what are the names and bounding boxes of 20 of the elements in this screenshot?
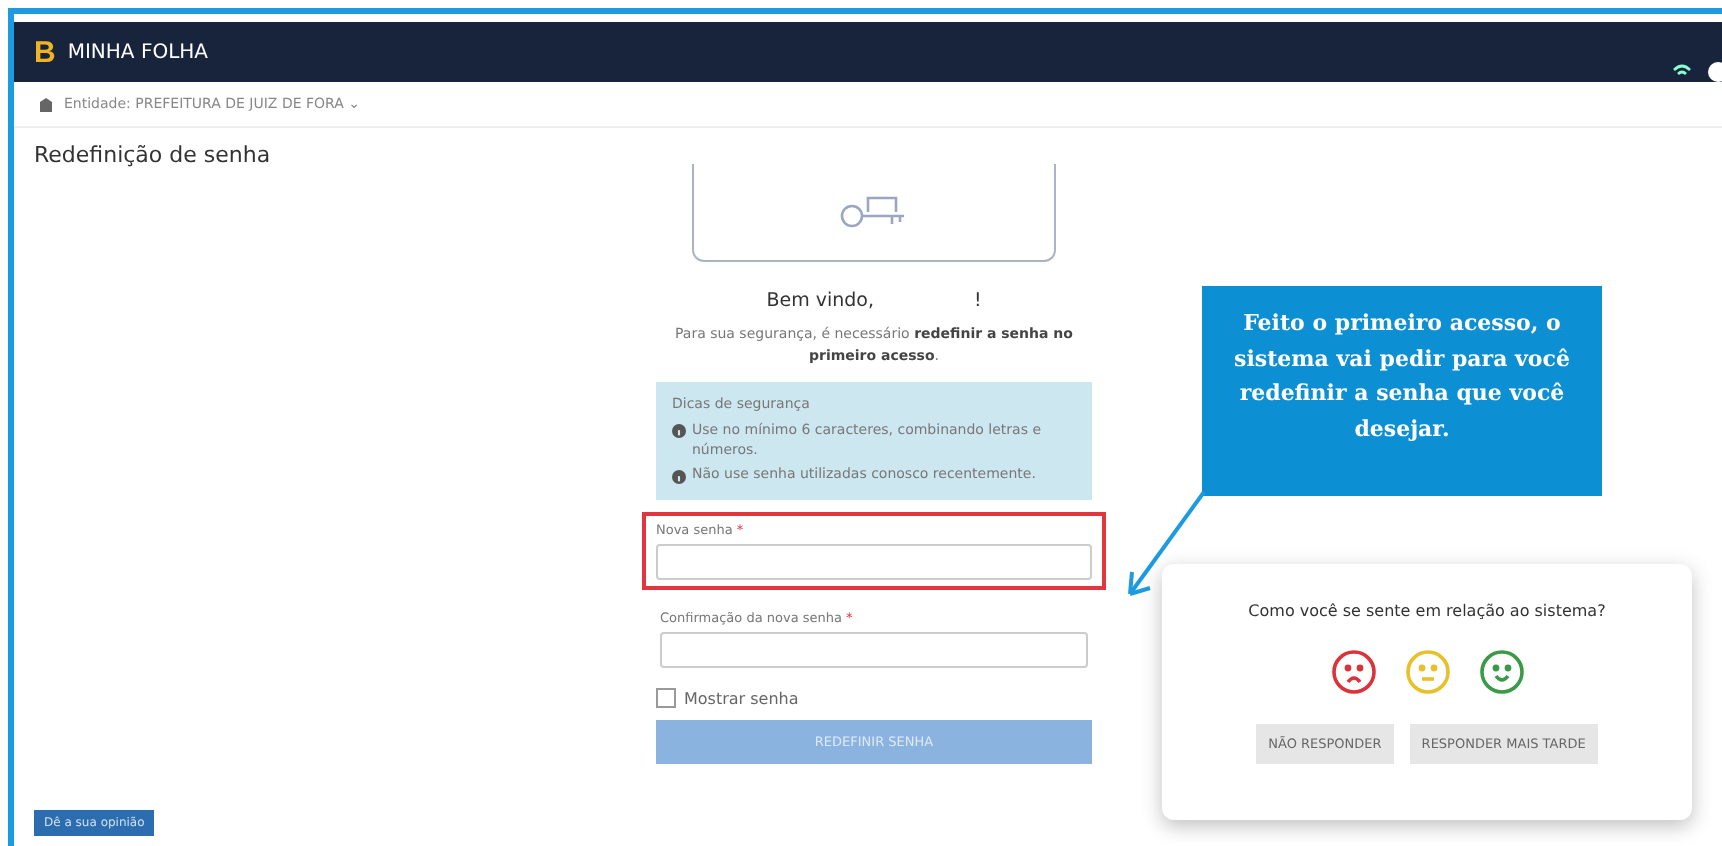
building-icon <box>38 96 54 112</box>
wifi-icon[interactable] <box>1670 60 1722 84</box>
info-icon <box>672 424 686 439</box>
info-icon <box>672 469 686 484</box>
neutral-face-icon[interactable] <box>1403 648 1451 696</box>
survey-question: Como você se sente em relação ao sistema? <box>1248 602 1606 620</box>
sad-face-icon[interactable] <box>1329 648 1377 696</box>
welcome-text: Bem vindo, <box>766 290 874 312</box>
welcome-punctuation: ! <box>973 290 982 312</box>
app-logo: B <box>34 35 56 69</box>
checkbox[interactable] <box>656 688 676 709</box>
callout-box: Feito o primeiro acesso, o sistema vai pedir para você redefinir a senha que você desejar. <box>1202 286 1602 496</box>
page-title: Redefinição de senha <box>32 140 273 172</box>
password-field[interactable] <box>656 544 1092 581</box>
checkbox-label: Mostrar senha <box>684 689 799 708</box>
key-icon <box>840 194 908 230</box>
arrow-icon <box>1124 488 1208 600</box>
happy-face-icon[interactable] <box>1477 648 1525 696</box>
app-title: MINHA FOLHA <box>67 41 208 63</box>
password-field[interactable] <box>660 632 1088 669</box>
